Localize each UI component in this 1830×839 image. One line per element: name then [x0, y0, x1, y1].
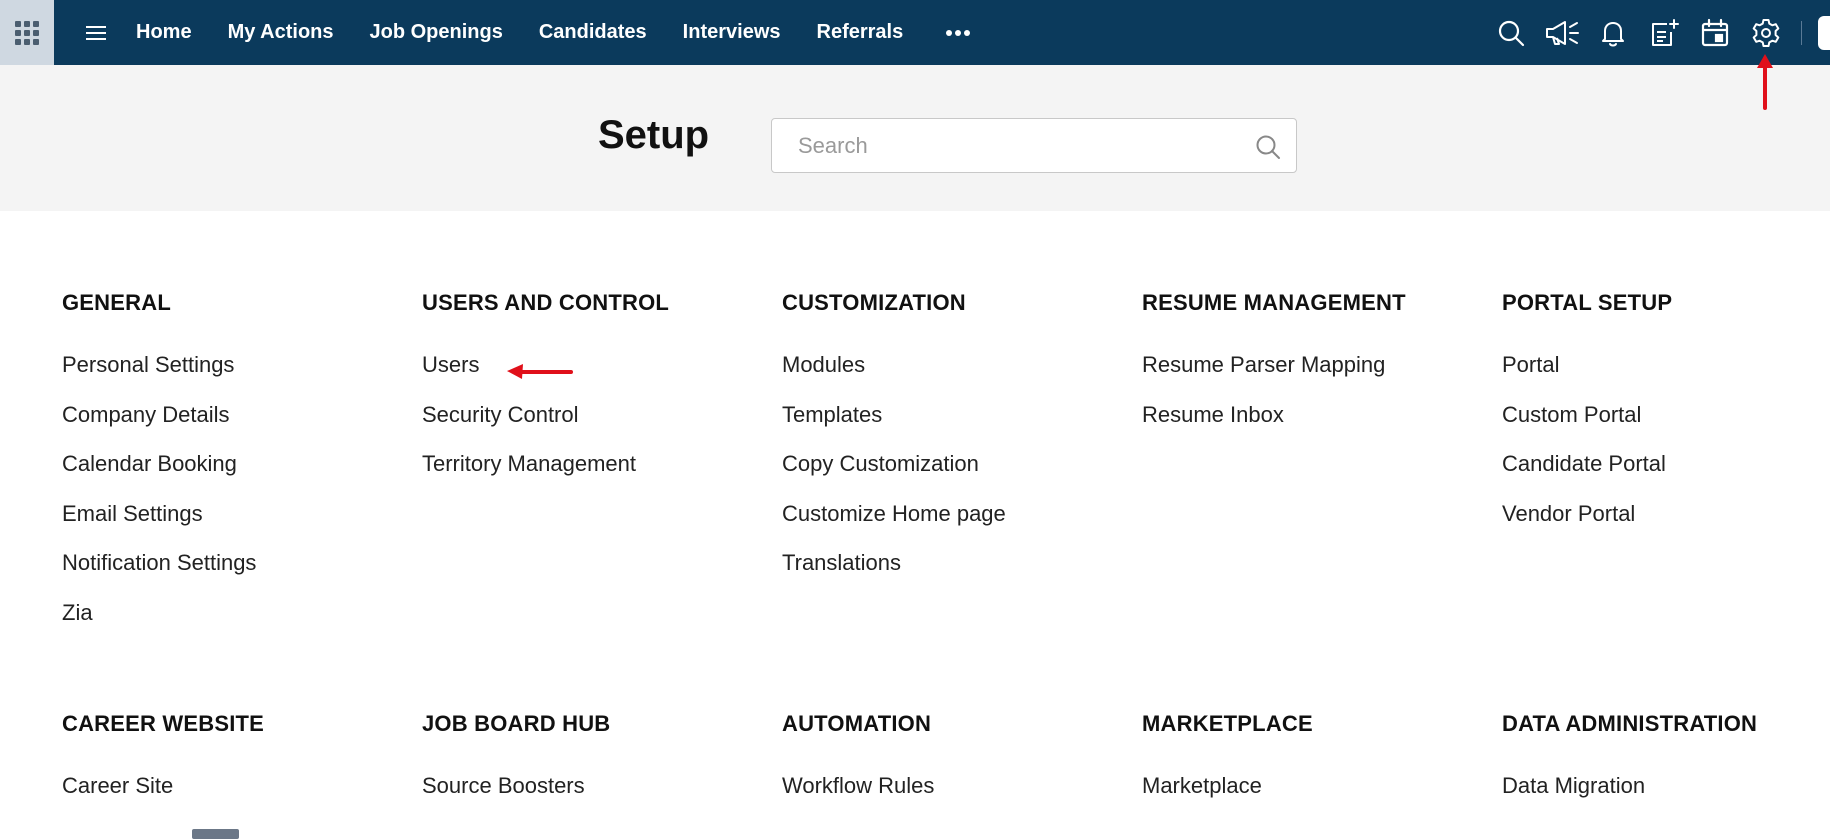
search-icon[interactable] [1254, 133, 1282, 161]
section-marketplace: MARKETPLACE Marketplace [1142, 711, 1502, 822]
setup-link-source-boosters[interactable]: Source Boosters [422, 772, 782, 822]
setup-link-marketplace[interactable]: Marketplace [1142, 772, 1502, 822]
section-title: PORTAL SETUP [1502, 290, 1673, 315]
section-list: Portal Custom Portal Candidate Portal Ve… [1502, 351, 1830, 549]
add-note-icon[interactable] [1638, 0, 1689, 65]
section-title: CUSTOMIZATION [782, 290, 966, 315]
setup-link-workflow-rules[interactable]: Workflow Rules [782, 772, 1142, 822]
page-title: Setup [598, 113, 710, 157]
setup-link-templates[interactable]: Templates [782, 401, 1142, 451]
section-list: Resume Parser Mapping Resume Inbox [1142, 351, 1502, 450]
section-title: AUTOMATION [782, 711, 932, 736]
section-portal-setup: PORTAL SETUP Portal Custom Portal Candid… [1502, 290, 1830, 648]
more-horizontal-icon[interactable] [927, 29, 989, 37]
setup-link-custom-portal[interactable]: Custom Portal [1502, 401, 1830, 451]
section-job-board-hub: JOB BOARD HUB Source Boosters [422, 711, 782, 822]
section-list: Marketplace [1142, 772, 1502, 822]
section-list: Career Site [62, 772, 422, 822]
setup-link-zia[interactable]: Zia [62, 599, 422, 649]
section-title: DATA ADMINISTRATION [1502, 711, 1758, 736]
section-general: GENERAL Personal Settings Company Detail… [62, 290, 422, 648]
nav-link-interviews[interactable]: Interviews [665, 0, 799, 65]
section-list: Modules Templates Copy Customization Cus… [782, 351, 1142, 599]
section-automation: AUTOMATION Workflow Rules [782, 711, 1142, 822]
nav-link-job-openings[interactable]: Job Openings [352, 0, 521, 65]
nav-divider [1801, 20, 1802, 45]
nav-link-my-actions[interactable]: My Actions [210, 0, 352, 65]
setup-link-resume-inbox[interactable]: Resume Inbox [1142, 401, 1502, 451]
setup-link-company-details[interactable]: Company Details [62, 401, 422, 451]
setup-link-copy-customization[interactable]: Copy Customization [782, 450, 1142, 500]
apps-grid-icon[interactable] [0, 0, 54, 65]
setup-link-portal[interactable]: Portal [1502, 351, 1830, 401]
nav-link-home[interactable]: Home [118, 0, 210, 65]
main-nav-links: Home My Actions Job Openings Candidates … [118, 0, 989, 65]
setup-link-candidate-portal[interactable]: Candidate Portal [1502, 450, 1830, 500]
hamburger-menu-icon[interactable] [74, 0, 118, 65]
setup-link-vendor-portal[interactable]: Vendor Portal [1502, 500, 1830, 550]
section-list: Data Migration [1502, 772, 1830, 822]
nav-link-candidates[interactable]: Candidates [521, 0, 665, 65]
announcement-megaphone-icon[interactable] [1536, 0, 1587, 65]
setup-link-data-migration[interactable]: Data Migration [1502, 772, 1830, 822]
sections-row: CAREER WEBSITE Career Site JOB BOARD HUB… [62, 711, 1830, 822]
notification-bell-icon[interactable] [1587, 0, 1638, 65]
section-title: MARKETPLACE [1142, 711, 1313, 736]
setup-link-users[interactable]: Users [422, 351, 782, 401]
section-customization: CUSTOMIZATION Modules Templates Copy Cus… [782, 290, 1142, 648]
profile-avatar[interactable] [1818, 15, 1830, 50]
setup-link-resume-parser-mapping[interactable]: Resume Parser Mapping [1142, 351, 1502, 401]
setup-link-personal-settings[interactable]: Personal Settings [62, 351, 422, 401]
section-title: GENERAL [62, 290, 171, 315]
section-list: Users Security Control Territory Managem… [422, 351, 782, 500]
section-title: USERS AND CONTROL [422, 290, 670, 315]
setup-link-career-site[interactable]: Career Site [62, 772, 422, 822]
calendar-icon[interactable] [1689, 0, 1740, 65]
setup-link-translations[interactable]: Translations [782, 549, 1142, 599]
setup-link-email-settings[interactable]: Email Settings [62, 500, 422, 550]
section-data-administration: DATA ADMINISTRATION Data Migration [1502, 711, 1830, 822]
top-navigation-bar: Home My Actions Job Openings Candidates … [0, 0, 1830, 65]
setup-search-input[interactable] [796, 120, 1256, 171]
setup-header: Setup [0, 65, 1830, 211]
section-resume-management: RESUME MANAGEMENT Resume Parser Mapping … [1142, 290, 1502, 648]
section-career-website: CAREER WEBSITE Career Site [62, 711, 422, 822]
setup-link-territory-management[interactable]: Territory Management [422, 450, 782, 500]
section-list: Personal Settings Company Details Calend… [62, 351, 422, 648]
setup-link-notification-settings[interactable]: Notification Settings [62, 549, 422, 599]
section-list: Source Boosters [422, 772, 782, 822]
settings-gear-icon[interactable] [1740, 0, 1791, 65]
section-users-and-control: USERS AND CONTROL Users Security Control… [422, 290, 782, 648]
status-badge [192, 829, 239, 839]
sections-row: GENERAL Personal Settings Company Detail… [62, 290, 1830, 648]
section-title: CAREER WEBSITE [62, 711, 265, 736]
section-title: JOB BOARD HUB [422, 711, 611, 736]
setup-link-calendar-booking[interactable]: Calendar Booking [62, 450, 422, 500]
section-title: RESUME MANAGEMENT [1142, 290, 1406, 315]
setup-search-box[interactable] [771, 118, 1297, 173]
nav-link-referrals[interactable]: Referrals [799, 0, 922, 65]
setup-link-security-control[interactable]: Security Control [422, 401, 782, 451]
search-icon[interactable] [1485, 0, 1536, 65]
setup-link-modules[interactable]: Modules [782, 351, 1142, 401]
nav-right-icons [1485, 0, 1830, 65]
setup-link-customize-home-page[interactable]: Customize Home page [782, 500, 1142, 550]
section-list: Workflow Rules [782, 772, 1142, 822]
